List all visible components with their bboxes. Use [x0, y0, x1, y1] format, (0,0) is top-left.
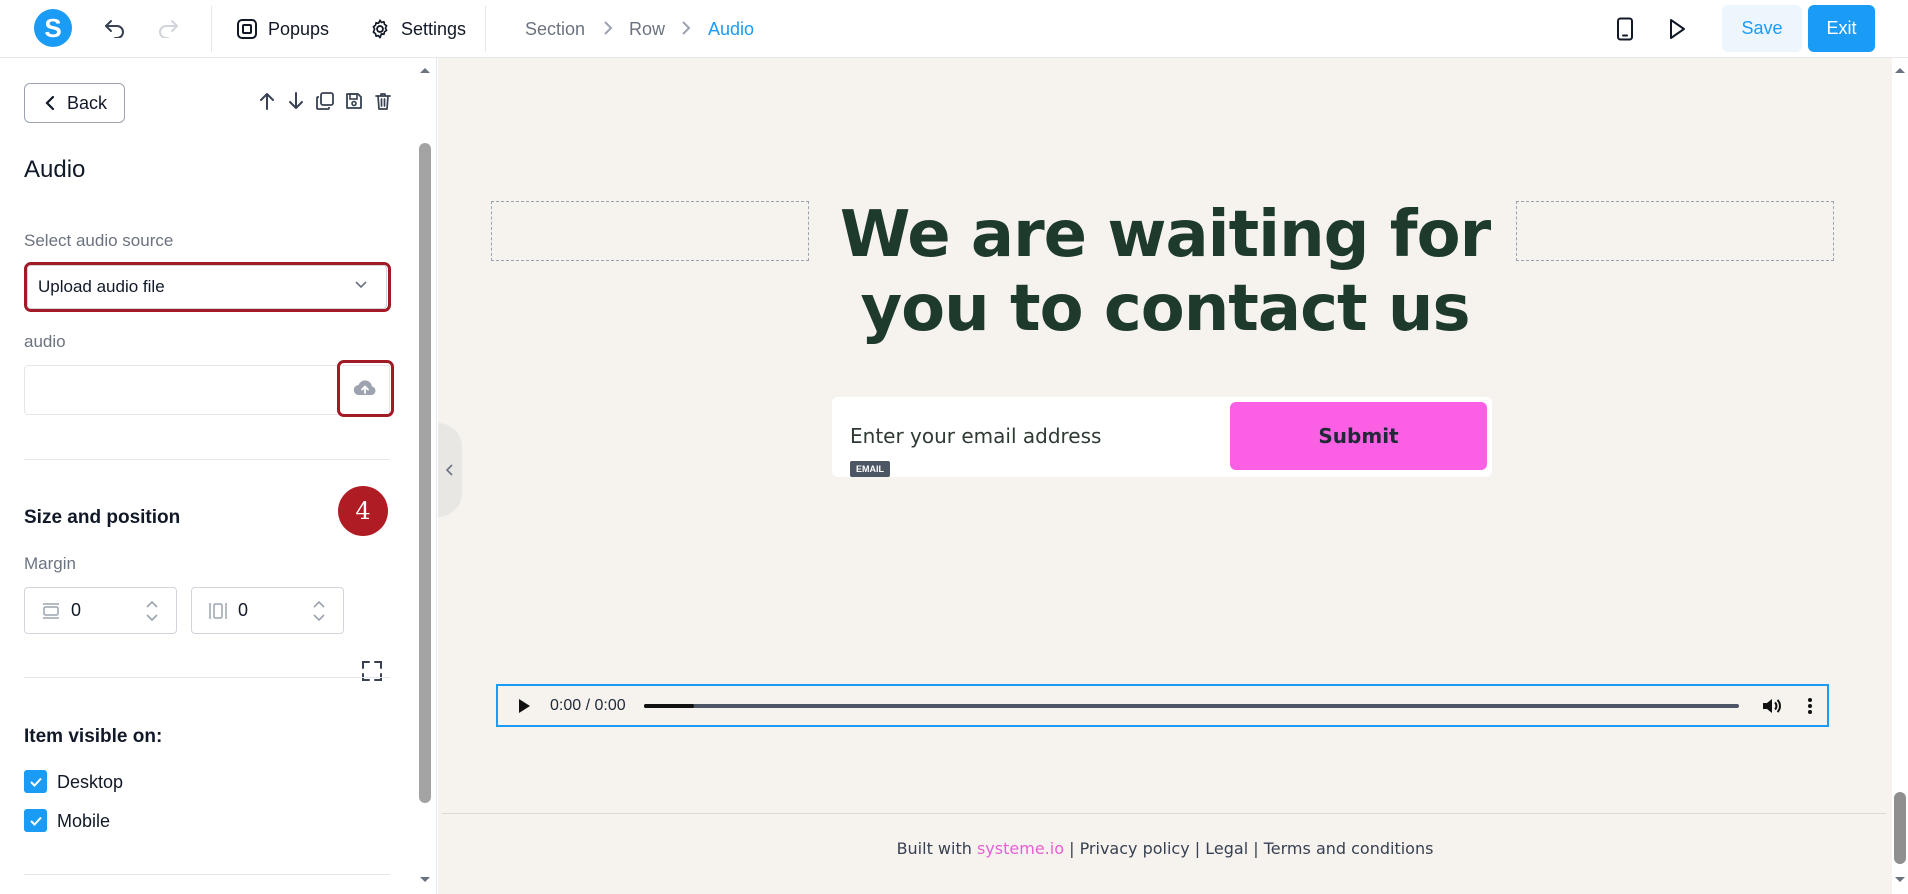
margin-horizontal-value: 0	[238, 600, 249, 620]
chevron-left-icon	[45, 95, 55, 111]
page-footer: Built with systeme.io | Privacy policy |…	[438, 839, 1892, 858]
scroll-up-icon[interactable]	[419, 66, 431, 74]
checkmark-icon	[29, 777, 42, 787]
panel-title: Audio	[24, 156, 86, 183]
desktop-checkbox[interactable]	[24, 770, 47, 793]
audio-progress-track[interactable]	[643, 704, 1739, 708]
breadcrumb-audio[interactable]: Audio	[708, 19, 754, 40]
popups-button[interactable]: Popups	[236, 14, 329, 44]
footer-separator: |	[1194, 839, 1201, 858]
mobile-preview-icon[interactable]	[1609, 13, 1641, 45]
terms-link[interactable]: Terms and conditions	[1264, 839, 1434, 858]
audio-source-select[interactable]: Upload audio file	[27, 265, 387, 309]
step-badge: 4	[338, 486, 388, 536]
sidebar-scrollbar-thumb[interactable]	[419, 143, 431, 803]
undo-icon[interactable]	[99, 12, 131, 44]
save-button[interactable]: Save	[1722, 5, 1802, 52]
more-options-icon[interactable]	[1807, 696, 1813, 716]
back-label: Back	[67, 92, 108, 113]
audio-progress-fill	[643, 704, 694, 708]
delete-icon[interactable]	[373, 90, 393, 112]
audio-time: 0:00 / 0:00	[550, 697, 626, 714]
audio-element[interactable]: 0:00 / 0:00	[496, 684, 1829, 727]
expand-margins-icon[interactable]	[361, 660, 383, 687]
horizontal-margin-icon	[208, 601, 228, 621]
privacy-link[interactable]: Privacy policy	[1080, 839, 1190, 858]
cloud-upload-icon[interactable]	[352, 378, 378, 403]
breadcrumb-section[interactable]: Section	[525, 19, 585, 40]
duplicate-icon[interactable]	[315, 90, 335, 112]
legal-link[interactable]: Legal	[1205, 839, 1248, 858]
scroll-up-icon[interactable]	[1894, 66, 1906, 74]
scroll-down-icon[interactable]	[419, 876, 431, 884]
move-down-icon[interactable]	[286, 90, 306, 112]
footer-divider	[442, 813, 1886, 814]
margin-vertical-input[interactable]: 0	[24, 587, 177, 634]
breadcrumb-row[interactable]: Row	[629, 19, 665, 40]
margin-vertical-value: 0	[71, 600, 82, 620]
exit-button[interactable]: Exit	[1808, 5, 1875, 52]
size-position-title: Size and position	[24, 507, 181, 528]
canvas-scrollbar-thumb[interactable]	[1894, 792, 1906, 864]
mobile-checkbox[interactable]	[24, 809, 47, 832]
gear-icon	[372, 19, 388, 39]
settings-button[interactable]: Settings	[369, 14, 466, 44]
play-preview-icon[interactable]	[1661, 13, 1693, 45]
settings-label: Settings	[401, 18, 467, 39]
divider	[24, 874, 390, 875]
divider	[24, 677, 390, 678]
audio-label: audio	[24, 332, 66, 351]
popups-label: Popups	[268, 18, 330, 39]
visibility-title: Item visible on:	[24, 726, 163, 747]
save-block-icon[interactable]	[344, 90, 364, 112]
desktop-label: Desktop	[57, 772, 124, 792]
canvas-scrollbar[interactable]	[1892, 58, 1908, 894]
systeme-logo[interactable]: S	[34, 9, 72, 47]
submit-button[interactable]: Submit	[1230, 402, 1487, 470]
element-actions	[257, 90, 393, 112]
play-icon[interactable]	[516, 697, 532, 715]
back-button[interactable]: Back	[24, 83, 125, 123]
headline-line-2: you to contact us	[860, 272, 1470, 346]
popup-icon	[237, 19, 257, 39]
footer-separator: |	[1069, 839, 1075, 858]
footer-separator: |	[1253, 839, 1259, 858]
settings-sidebar: Back Audio Select audio source Upload au…	[0, 58, 437, 894]
source-label: Select audio source	[24, 231, 174, 250]
page-headline[interactable]: We are waiting for you to contact us	[438, 198, 1892, 346]
stepper-icon[interactable]	[311, 599, 327, 623]
vertical-margin-icon	[41, 602, 61, 620]
divider	[24, 459, 390, 460]
margin-label: Margin	[24, 554, 76, 573]
checkmark-icon	[29, 816, 42, 826]
chevron-right-icon	[604, 21, 613, 35]
sidebar-scrollbar[interactable]	[418, 143, 432, 803]
audio-url-field[interactable]	[24, 365, 390, 415]
margin-horizontal-input[interactable]: 0	[191, 587, 344, 634]
chevron-right-icon	[682, 21, 691, 35]
redo-icon[interactable]	[152, 12, 184, 44]
top-toolbar: S Popups Settings Section Row Audio Save…	[0, 0, 1908, 58]
page-canvas: We are waiting for you to contact us Ent…	[438, 58, 1892, 894]
chevron-left-icon	[445, 464, 453, 476]
toolbar-divider	[211, 6, 212, 52]
mobile-label: Mobile	[57, 811, 111, 831]
volume-icon[interactable]	[1761, 696, 1783, 716]
collapse-sidebar-tab[interactable]	[438, 423, 462, 517]
audio-source-value: Upload audio file	[38, 277, 165, 296]
brand-link[interactable]: systeme.io	[977, 839, 1064, 858]
email-field-tag: EMAIL	[850, 461, 890, 477]
audio-player: 0:00 / 0:00	[516, 692, 1813, 720]
stepper-icon[interactable]	[144, 599, 160, 623]
built-with-text: Built with	[896, 839, 972, 858]
toolbar-divider	[485, 6, 486, 52]
headline-line-1: We are waiting for	[839, 198, 1491, 272]
scroll-down-icon[interactable]	[1894, 876, 1906, 884]
move-up-icon[interactable]	[257, 90, 277, 112]
email-input[interactable]: Enter your email address	[850, 424, 1101, 448]
chevron-down-icon	[355, 281, 367, 289]
